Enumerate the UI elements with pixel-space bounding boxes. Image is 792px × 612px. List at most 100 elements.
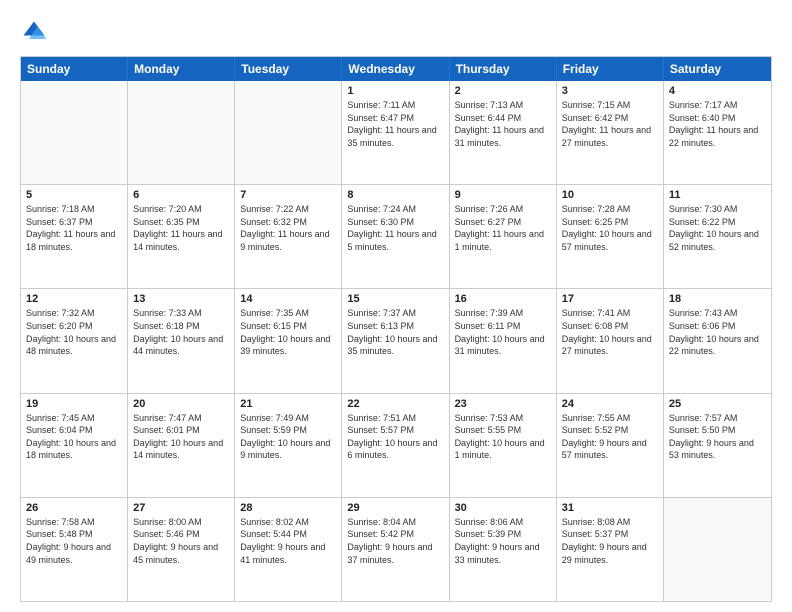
day-number: 20 (133, 398, 229, 410)
cell-info: Sunrise: 7:20 AMSunset: 6:35 PMDaylight:… (133, 203, 229, 253)
day-number: 26 (26, 502, 122, 514)
calendar-row: 1 Sunrise: 7:11 AMSunset: 6:47 PMDaylight… (21, 81, 771, 185)
day-number: 11 (669, 189, 766, 201)
cell-info: Sunrise: 7:18 AMSunset: 6:37 PMDaylight:… (26, 203, 122, 253)
calendar-row: 26 Sunrise: 7:58 AMSunset: 5:48 PMDayligh… (21, 498, 771, 601)
calendar-cell: 5 Sunrise: 7:18 AMSunset: 6:37 PMDaylight… (21, 185, 128, 288)
calendar-cell: 24 Sunrise: 7:55 AMSunset: 5:52 PMDayligh… (557, 394, 664, 497)
weekday-header: Friday (557, 57, 664, 81)
cell-info: Sunrise: 8:08 AMSunset: 5:37 PMDaylight:… (562, 516, 658, 566)
day-number: 18 (669, 293, 766, 305)
day-number: 7 (240, 189, 336, 201)
calendar-cell: 17 Sunrise: 7:41 AMSunset: 6:08 PMDayligh… (557, 289, 664, 392)
day-number: 22 (347, 398, 443, 410)
calendar-body: 1 Sunrise: 7:11 AMSunset: 6:47 PMDaylight… (21, 81, 771, 601)
cell-info: Sunrise: 7:28 AMSunset: 6:25 PMDaylight:… (562, 203, 658, 253)
day-number: 3 (562, 85, 658, 97)
day-number: 17 (562, 293, 658, 305)
cell-info: Sunrise: 7:13 AMSunset: 6:44 PMDaylight:… (455, 99, 551, 149)
calendar-cell: 6Sunrise: 7:20 AMSunset: 6:35 PMDaylight… (128, 185, 235, 288)
cell-info: Sunrise: 7:39 AMSunset: 6:11 PMDaylight:… (455, 307, 551, 357)
calendar-cell: 31 Sunrise: 8:08 AMSunset: 5:37 PMDayligh… (557, 498, 664, 601)
header (20, 18, 772, 46)
day-number: 5 (26, 189, 122, 201)
calendar-cell: 16 Sunrise: 7:39 AMSunset: 6:11 PMDayligh… (450, 289, 557, 392)
calendar-cell: 13Sunrise: 7:33 AMSunset: 6:18 PMDayligh… (128, 289, 235, 392)
cell-info: Sunrise: 7:55 AMSunset: 5:52 PMDaylight:… (562, 412, 658, 462)
calendar-cell (128, 81, 235, 184)
day-number: 28 (240, 502, 336, 514)
cell-info: Sunrise: 7:32 AMSunset: 6:20 PMDaylight:… (26, 307, 122, 357)
cell-info: Sunrise: 7:26 AMSunset: 6:27 PMDaylight:… (455, 203, 551, 253)
calendar-cell: 3Sunrise: 7:15 AMSunset: 6:42 PMDaylight… (557, 81, 664, 184)
calendar-cell: 11 Sunrise: 7:30 AMSunset: 6:22 PMDayligh… (664, 185, 771, 288)
calendar-cell: 26 Sunrise: 7:58 AMSunset: 5:48 PMDayligh… (21, 498, 128, 601)
calendar-cell: 12Sunrise: 7:32 AMSunset: 6:20 PMDayligh… (21, 289, 128, 392)
cell-info: Sunrise: 7:11 AMSunset: 6:47 PMDaylight:… (347, 99, 443, 149)
day-number: 9 (455, 189, 551, 201)
cell-info: Sunrise: 7:43 AMSunset: 6:06 PMDaylight:… (669, 307, 766, 357)
day-number: 16 (455, 293, 551, 305)
weekday-header: Tuesday (235, 57, 342, 81)
weekday-header: Thursday (450, 57, 557, 81)
cell-info: Sunrise: 7:49 AMSunset: 5:59 PMDaylight:… (240, 412, 336, 462)
cell-info: Sunrise: 7:30 AMSunset: 6:22 PMDaylight:… (669, 203, 766, 253)
day-number: 27 (133, 502, 229, 514)
weekday-header: Saturday (664, 57, 771, 81)
calendar-cell (235, 81, 342, 184)
calendar-cell: 7 Sunrise: 7:22 AMSunset: 6:32 PMDaylight… (235, 185, 342, 288)
day-number: 23 (455, 398, 551, 410)
calendar-cell: 27 Sunrise: 8:00 AMSunset: 5:46 PMDayligh… (128, 498, 235, 601)
day-number: 30 (455, 502, 551, 514)
calendar-cell: 2 Sunrise: 7:13 AMSunset: 6:44 PMDaylight… (450, 81, 557, 184)
cell-info: Sunrise: 8:06 AMSunset: 5:39 PMDaylight:… (455, 516, 551, 566)
calendar: SundayMondayTuesdayWednesdayThursdayFrid… (20, 56, 772, 602)
calendar-cell: 21 Sunrise: 7:49 AMSunset: 5:59 PMDayligh… (235, 394, 342, 497)
cell-info: Sunrise: 7:45 AMSunset: 6:04 PMDaylight:… (26, 412, 122, 462)
cell-info: Sunrise: 7:35 AMSunset: 6:15 PMDaylight:… (240, 307, 336, 357)
day-number: 14 (240, 293, 336, 305)
calendar-cell: 9 Sunrise: 7:26 AMSunset: 6:27 PMDaylight… (450, 185, 557, 288)
calendar-row: 19 Sunrise: 7:45 AMSunset: 6:04 PMDayligh… (21, 394, 771, 498)
calendar-cell (664, 498, 771, 601)
day-number: 1 (347, 85, 443, 97)
day-number: 21 (240, 398, 336, 410)
day-number: 13 (133, 293, 229, 305)
calendar-cell: 15Sunrise: 7:37 AMSunset: 6:13 PMDayligh… (342, 289, 449, 392)
weekday-header: Sunday (21, 57, 128, 81)
calendar-cell: 19 Sunrise: 7:45 AMSunset: 6:04 PMDayligh… (21, 394, 128, 497)
calendar-cell: 23Sunrise: 7:53 AMSunset: 5:55 PMDayligh… (450, 394, 557, 497)
calendar-row: 5 Sunrise: 7:18 AMSunset: 6:37 PMDaylight… (21, 185, 771, 289)
cell-info: Sunrise: 7:58 AMSunset: 5:48 PMDaylight:… (26, 516, 122, 566)
cell-info: Sunrise: 7:41 AMSunset: 6:08 PMDaylight:… (562, 307, 658, 357)
calendar-row: 12Sunrise: 7:32 AMSunset: 6:20 PMDayligh… (21, 289, 771, 393)
cell-info: Sunrise: 8:02 AMSunset: 5:44 PMDaylight:… (240, 516, 336, 566)
cell-info: Sunrise: 7:47 AMSunset: 6:01 PMDaylight:… (133, 412, 229, 462)
day-number: 19 (26, 398, 122, 410)
cell-info: Sunrise: 7:22 AMSunset: 6:32 PMDaylight:… (240, 203, 336, 253)
cell-info: Sunrise: 7:24 AMSunset: 6:30 PMDaylight:… (347, 203, 443, 253)
cell-info: Sunrise: 8:00 AMSunset: 5:46 PMDaylight:… (133, 516, 229, 566)
day-number: 24 (562, 398, 658, 410)
calendar-cell: 25 Sunrise: 7:57 AMSunset: 5:50 PMDayligh… (664, 394, 771, 497)
weekday-header: Wednesday (342, 57, 449, 81)
cell-info: Sunrise: 7:17 AMSunset: 6:40 PMDaylight:… (669, 99, 766, 149)
cell-info: Sunrise: 7:51 AMSunset: 5:57 PMDaylight:… (347, 412, 443, 462)
calendar-cell: 10 Sunrise: 7:28 AMSunset: 6:25 PMDayligh… (557, 185, 664, 288)
calendar-cell: 18 Sunrise: 7:43 AMSunset: 6:06 PMDayligh… (664, 289, 771, 392)
day-number: 10 (562, 189, 658, 201)
day-number: 2 (455, 85, 551, 97)
day-number: 25 (669, 398, 766, 410)
calendar-cell: 20 Sunrise: 7:47 AMSunset: 6:01 PMDayligh… (128, 394, 235, 497)
cell-info: Sunrise: 8:04 AMSunset: 5:42 PMDaylight:… (347, 516, 443, 566)
weekday-header: Monday (128, 57, 235, 81)
calendar-cell: 28 Sunrise: 8:02 AMSunset: 5:44 PMDayligh… (235, 498, 342, 601)
day-number: 4 (669, 85, 766, 97)
day-number: 29 (347, 502, 443, 514)
day-number: 31 (562, 502, 658, 514)
page: SundayMondayTuesdayWednesdayThursdayFrid… (0, 0, 792, 612)
calendar-header: SundayMondayTuesdayWednesdayThursdayFrid… (21, 57, 771, 81)
calendar-cell: 30 Sunrise: 8:06 AMSunset: 5:39 PMDayligh… (450, 498, 557, 601)
calendar-cell: 22 Sunrise: 7:51 AMSunset: 5:57 PMDayligh… (342, 394, 449, 497)
cell-info: Sunrise: 7:57 AMSunset: 5:50 PMDaylight:… (669, 412, 766, 462)
